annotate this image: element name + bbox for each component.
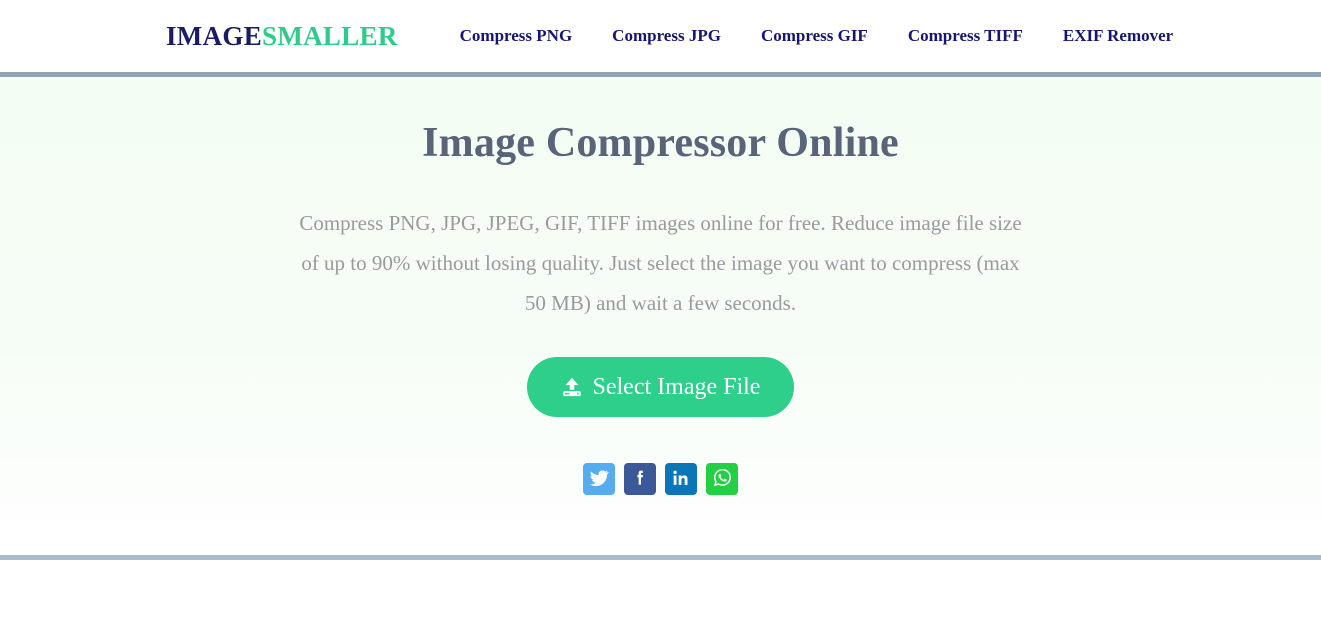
facebook-icon	[630, 468, 650, 491]
upload-icon	[561, 376, 583, 398]
page-description: Compress PNG, JPG, JPEG, GIF, TIFF image…	[299, 211, 1022, 315]
main-navigation: Compress PNG Compress JPG Compress GIF C…	[440, 20, 1194, 52]
whatsapp-icon	[712, 467, 733, 491]
linkedin-share-button[interactable]	[665, 463, 697, 495]
twitter-icon	[589, 468, 609, 491]
select-image-file-button[interactable]: Select Image File	[526, 357, 795, 417]
whatsapp-share-button[interactable]	[706, 463, 738, 495]
nav-link-compress-gif[interactable]: Compress GIF	[741, 20, 888, 52]
page-title: Image Compressor Online	[422, 120, 899, 166]
social-share-row	[0, 463, 1321, 495]
nav-link-exif-remover[interactable]: EXIF Remover	[1043, 20, 1193, 52]
logo-text-primary: IMAGE	[166, 20, 262, 51]
nav-link-compress-jpg[interactable]: Compress JPG	[592, 20, 741, 52]
site-header: IMAGESMALLER Compress PNG Compress JPG C…	[0, 0, 1321, 72]
facebook-share-button[interactable]	[624, 463, 656, 495]
linkedin-icon	[671, 468, 691, 491]
select-button-container: Select Image File	[0, 357, 1321, 417]
select-image-file-label: Select Image File	[592, 373, 761, 400]
nav-link-compress-png[interactable]: Compress PNG	[440, 20, 593, 52]
page-bottom-area	[0, 560, 1321, 640]
header-inner: IMAGESMALLER Compress PNG Compress JPG C…	[0, 20, 1321, 52]
twitter-share-button[interactable]	[583, 463, 615, 495]
site-logo[interactable]: IMAGESMALLER	[166, 21, 398, 52]
logo-text-secondary: SMALLER	[262, 20, 398, 51]
hero-section: Image Compressor Online Compress PNG, JP…	[0, 77, 1321, 555]
nav-link-compress-tiff[interactable]: Compress TIFF	[888, 20, 1043, 52]
